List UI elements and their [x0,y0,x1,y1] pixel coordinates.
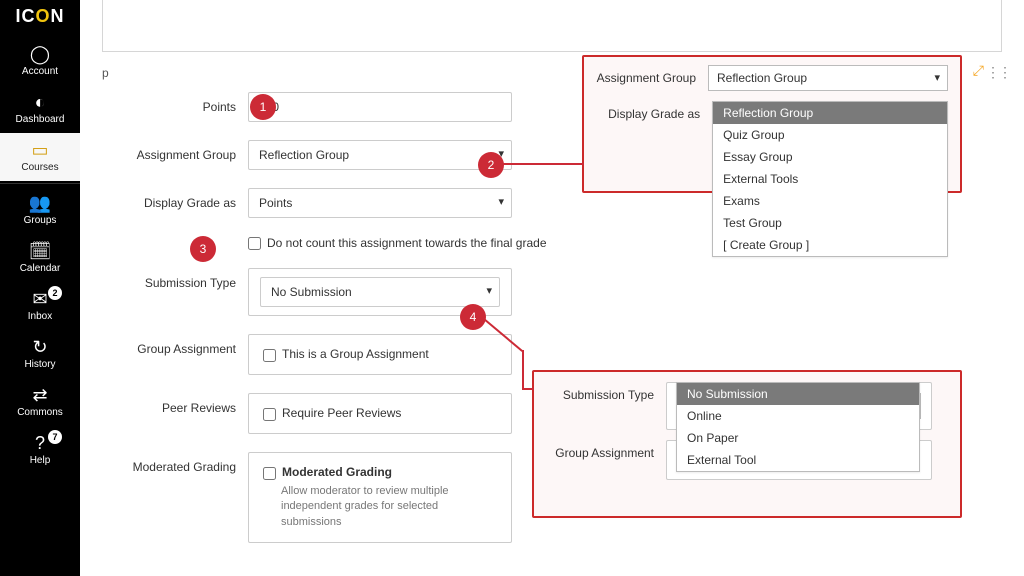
nav-label: Commons [17,407,63,418]
rich-text-editor[interactable] [102,0,1002,52]
help-badge: 7 [48,430,62,444]
assignment-group-select[interactable]: Reflection Group [248,140,512,170]
editor-path: p [102,66,109,80]
nav-label: Inbox [28,311,52,322]
dropdown-option[interactable]: Quiz Group [713,124,947,146]
dropdown-option[interactable]: External Tool [677,449,919,471]
dropdown-option[interactable]: Reflection Group [713,102,947,124]
dropdown-option[interactable]: External Tools [713,168,947,190]
group-assignment-label: Group Assignment [118,334,248,356]
resize-handle-icon[interactable]: ⋮⋮ [986,64,1010,81]
row-points: Points [118,92,578,122]
display-grade-label: Display Grade as [118,188,248,210]
peer-reviews-check-label: Require Peer Reviews [282,406,401,420]
callout-submission-type: Submission Type No Submission Group Assi… [532,370,962,518]
fullscreen-icon[interactable]: ⤢ [973,62,984,79]
connector-line [522,388,534,390]
nav-label: Groups [24,215,57,226]
nav-calendar[interactable]: 🗓 Calendar [0,234,80,282]
book-icon: ▭ [31,141,48,159]
group-assignment-checkbox[interactable] [263,349,276,362]
nav-label: Dashboard [16,114,65,125]
inbox-badge: 2 [48,286,62,300]
peer-reviews-checkbox[interactable] [263,408,276,421]
nav-commons[interactable]: ⇄ Commons [0,378,80,426]
dropdown-option[interactable]: Online [677,405,919,427]
points-input[interactable] [248,92,512,122]
dropdown-option[interactable]: [ Create Group ] [713,234,947,256]
moderated-grading-checkbox[interactable] [263,467,276,480]
group-assignment-check-label: This is a Group Assignment [282,347,429,361]
row-display-grade: Display Grade as Points [118,188,578,218]
clock-icon: ↻ [32,338,47,356]
nav-history[interactable]: ↻ History [0,330,80,378]
dropdown-option[interactable]: Essay Group [713,146,947,168]
nav-courses[interactable]: ▭ Courses [0,133,80,181]
nav-label: Calendar [20,263,61,274]
callout-group-label: Group Assignment [548,440,666,460]
nav-account[interactable]: ◯ Account [0,37,80,85]
callout-sub-label: Submission Type [548,382,666,402]
calendar-icon: 🗓 [29,242,52,260]
nav-divider [0,183,80,184]
no-count-label: Do not count this assignment towards the… [267,236,547,250]
connector-line [522,350,524,390]
no-count-checkbox[interactable] [248,237,261,250]
dropdown-option[interactable]: On Paper [677,427,919,449]
connector-line [502,163,584,165]
assignment-group-label: Assignment Group [118,140,248,162]
callout-assignment-group: Assignment Group Reflection Group Displa… [582,55,962,193]
annotation-marker: 3 [190,236,216,262]
row-moderated-grading: Moderated Grading Moderated Grading Allo… [118,452,578,543]
moderated-grading-label: Moderated Grading [118,452,248,474]
user-circle-icon: ◯ [30,45,50,63]
peer-reviews-label: Peer Reviews [118,393,248,415]
annotation-marker: 2 [478,152,504,178]
row-assignment-group: Assignment Group Reflection Group [118,140,578,170]
row-submission-type: Submission Type No Submission [118,268,578,316]
points-label: Points [118,92,248,114]
nav-inbox[interactable]: 2 ✉ Inbox [0,282,80,330]
callout-asg-select[interactable]: Reflection Group [708,65,948,91]
question-icon: ? [35,434,45,452]
global-nav: ICON ◯ Account ◐ Dashboard ▭ Courses 👥 G… [0,0,80,576]
display-grade-select[interactable]: Points [248,188,512,218]
assignment-group-dropdown[interactable]: Reflection Group Quiz Group Essay Group … [712,101,948,257]
people-icon: 👥 [29,194,51,212]
annotation-marker: 4 [460,304,486,330]
moderated-grading-subtext: Allow moderator to review multiple indep… [281,484,497,530]
row-peer-reviews: Peer Reviews Require Peer Reviews [118,393,578,434]
main-content: p ⤢ ⋮⋮ Points Assignment Group Reflectio… [80,0,1024,576]
brand-logo: ICON [15,6,64,27]
callout-display-label: Display Grade as [596,101,712,121]
submission-type-select[interactable]: No Submission [260,277,500,307]
nav-help[interactable]: 7 ? Help [0,426,80,474]
nav-groups[interactable]: 👥 Groups [0,186,80,234]
submission-type-label: Submission Type [118,268,248,290]
dropdown-option[interactable]: No Submission [677,383,919,405]
row-no-count: Do not count this assignment towards the… [118,236,578,250]
submission-type-dropdown[interactable]: No Submission Online On Paper External T… [676,382,920,472]
annotation-marker: 1 [250,94,276,120]
nav-label: Help [30,455,51,466]
share-icon: ⇄ [32,386,47,404]
nav-label: Account [22,66,58,77]
moderated-grading-check-label: Moderated Grading [282,465,392,479]
callout-asg-label: Assignment Group [596,65,708,85]
inbox-icon: ✉ [32,290,47,308]
nav-label: History [24,359,55,370]
nav-label: Courses [21,162,58,173]
dropdown-option[interactable]: Test Group [713,212,947,234]
gauge-icon: ◐ [35,93,46,111]
nav-dashboard[interactable]: ◐ Dashboard [0,85,80,133]
dropdown-option[interactable]: Exams [713,190,947,212]
